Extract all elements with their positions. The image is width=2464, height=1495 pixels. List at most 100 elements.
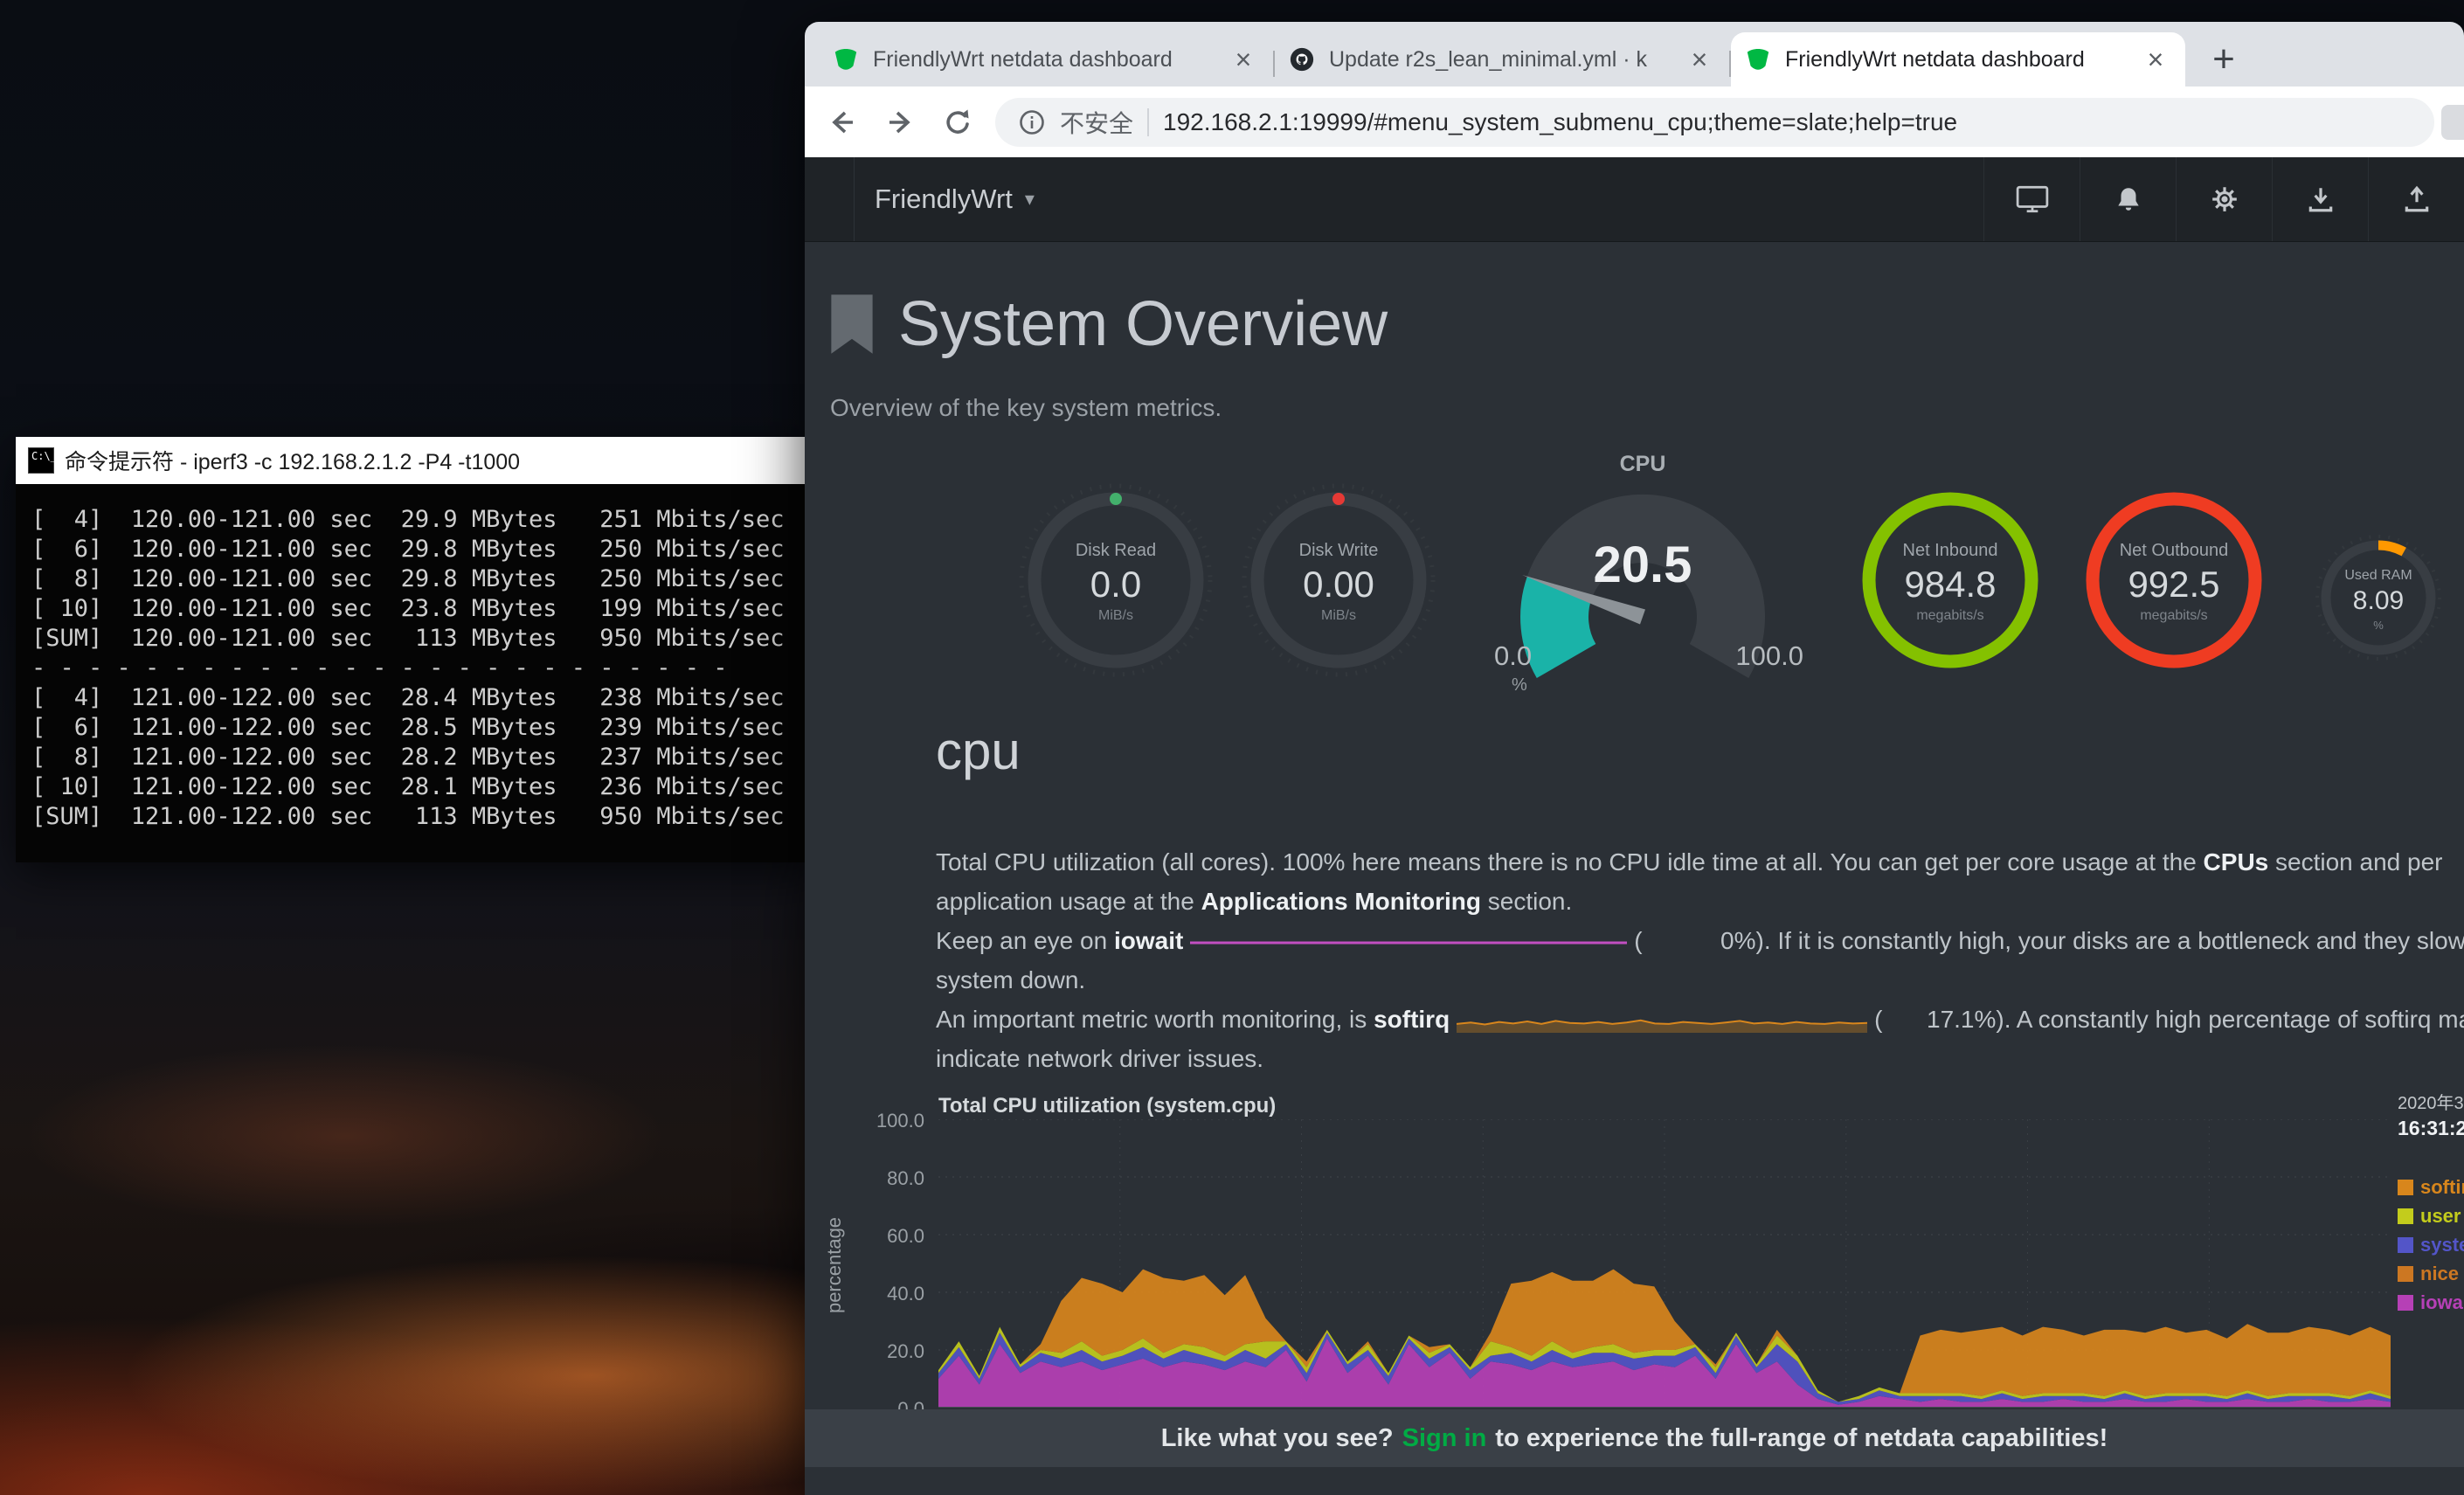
- cpus-section-link[interactable]: CPUs: [2204, 848, 2269, 876]
- tab-label: FriendlyWrt netdata dashboard: [873, 47, 1228, 73]
- cpu-paragraph-line: Keep an eye on iowait(0%). If it is cons…: [936, 921, 2464, 960]
- legend-label: iowait: [2420, 1291, 2464, 1314]
- settings-button[interactable]: [2176, 157, 2272, 241]
- reload-icon: [938, 103, 977, 142]
- stacked-area-chart[interactable]: [938, 1119, 2391, 1408]
- legend-item[interactable]: iowait: [2398, 1288, 2464, 1317]
- signin-prefix: Like what you see?: [1161, 1424, 1394, 1453]
- url-text: 192.168.2.1:19999/#menu_system_submenu_c…: [1163, 108, 1957, 136]
- iowait-term: iowait: [1114, 927, 1183, 954]
- import-snapshot-button[interactable]: [2272, 157, 2368, 241]
- legend-item[interactable]: user: [2398, 1201, 2464, 1230]
- y-axis-tick: 60.0: [820, 1225, 924, 1248]
- tab-close-icon[interactable]: ×: [1684, 44, 1715, 75]
- gauge-unit: megabits/s: [1916, 608, 1983, 624]
- alarms-bell-icon: [2114, 184, 2143, 214]
- cpu-section: cpu Total CPU utilization (all cores). 1…: [936, 721, 2464, 1078]
- info-circle-icon[interactable]: [1018, 108, 1046, 136]
- github-logo-icon: [1289, 46, 1315, 73]
- cpu-paragraph-line: Total CPU utilization (all cores). 100% …: [936, 842, 2464, 882]
- reload-button[interactable]: [932, 97, 983, 148]
- terminal-titlebar[interactable]: C:\_ 命令提示符 - iperf3 -c 192.168.2.1.2 -P4…: [16, 437, 815, 484]
- gauge-net-inbound[interactable]: Net Inbound 984.8 megabits/s: [1850, 480, 2051, 685]
- legend-label: system: [2420, 1234, 2464, 1256]
- tab-friendlywrt-1[interactable]: FriendlyWrt netdata dashboard ×: [819, 32, 1273, 87]
- softirq-value: 17.1: [1883, 1000, 1975, 1039]
- signin-banner: Like what you see? Sign in to experience…: [805, 1409, 2464, 1467]
- cpu-paragraph-line: An important metric worth monitoring, is…: [936, 1000, 2464, 1039]
- gauges-row: Disk Read 0.0 MiB/s Disk Write 0.00 Mi: [805, 452, 2464, 749]
- dashboard-content: System Overview Overview of the key syst…: [805, 242, 2464, 1495]
- gauge-unit: MiB/s: [1321, 608, 1356, 624]
- tab-github[interactable]: Update r2s_lean_minimal.yml · k ×: [1275, 32, 1729, 87]
- gauge-label: Disk Write: [1299, 541, 1379, 561]
- export-snapshot-button[interactable]: [2368, 157, 2464, 241]
- cpu-paragraph-line: application usage at the Applications Mo…: [936, 882, 2464, 921]
- gauge-unit: MiB/s: [1098, 608, 1133, 624]
- iowait-sparkline: [1190, 931, 1627, 954]
- cmd-icon: C:\_: [28, 447, 54, 474]
- chart-time-label: 16:31:25: [2398, 1117, 2464, 1140]
- gauge-value: 0.00: [1303, 564, 1374, 606]
- tab-close-icon[interactable]: ×: [2140, 44, 2171, 75]
- chevron-down-icon: ▾: [1025, 188, 1035, 211]
- gauge-unit: megabits/s: [2140, 608, 2207, 624]
- softirq-term: softirq: [1374, 1006, 1450, 1033]
- gauge-label: Disk Read: [1076, 541, 1156, 561]
- y-axis-tick: 80.0: [820, 1167, 924, 1190]
- chart-legend: softirq user system nice iowait: [2398, 1173, 2464, 1317]
- omnibox-divider: [1147, 108, 1149, 136]
- sign-in-link[interactable]: Sign in: [1402, 1424, 1487, 1453]
- legend-item[interactable]: nice: [2398, 1259, 2464, 1288]
- forward-arrow-icon: [881, 103, 919, 142]
- monitor-button[interactable]: [1983, 157, 2080, 241]
- terminal-body[interactable]: [ 4] 120.00-121.00 sec 29.9 MBytes 251 M…: [16, 484, 815, 862]
- applications-monitoring-link[interactable]: Applications Monitoring: [1201, 888, 1481, 915]
- y-axis-label: percentage: [823, 1178, 846, 1353]
- legend-item[interactable]: softirq: [2398, 1173, 2464, 1201]
- gauge-value: 8.09: [2353, 586, 2404, 616]
- iowait-value: 0: [1643, 921, 1734, 960]
- tab-close-icon[interactable]: ×: [1228, 44, 1259, 75]
- page-title: System Overview: [898, 289, 1388, 359]
- monitor-icon: [2016, 184, 2049, 214]
- tab-strip: FriendlyWrt netdata dashboard × Update r…: [805, 22, 2464, 87]
- download-tray-icon: [2306, 184, 2336, 214]
- address-bar[interactable]: 不安全 192.168.2.1:19999/#menu_system_subme…: [995, 98, 2434, 147]
- forward-button[interactable]: [875, 97, 925, 148]
- back-button[interactable]: [817, 97, 868, 148]
- gauge-disk-read[interactable]: Disk Read 0.0 MiB/s: [1015, 480, 1216, 685]
- back-arrow-icon: [823, 103, 862, 142]
- legend-label: user: [2420, 1205, 2461, 1228]
- gauge-min: 0.0: [1494, 640, 1532, 672]
- gauge-label: Net Outbound: [2120, 541, 2229, 561]
- gauge-used-ram[interactable]: Used RAM 8.09 %: [2313, 532, 2444, 668]
- navbar-icons: [1983, 157, 2464, 241]
- browser-window: FriendlyWrt netdata dashboard × Update r…: [805, 22, 2464, 1495]
- gauge-unit: %: [1512, 675, 1527, 696]
- gauge-unit: %: [2373, 619, 2384, 632]
- gauge-label: Used RAM: [2344, 568, 2412, 584]
- y-axis-tick: 100.0: [820, 1110, 924, 1132]
- gauge-label: CPU: [1468, 452, 1817, 477]
- chart-date-label: 2020年3月: [2398, 1089, 2464, 1114]
- host-menu-button[interactable]: FriendlyWrt ▾: [875, 183, 1035, 215]
- terminal-window: C:\_ 命令提示符 - iperf3 -c 192.168.2.1.2 -P4…: [16, 437, 815, 862]
- gauge-net-outbound[interactable]: Net Outbound 992.5 megabits/s: [2073, 480, 2274, 685]
- gauge-cpu[interactable]: CPU 20.5 0.0 % 100.0: [1468, 452, 1817, 740]
- cpu-paragraph-line: indicate network driver issues.: [936, 1039, 2464, 1078]
- gauge-disk-write[interactable]: Disk Write 0.00 MiB/s: [1238, 480, 1439, 685]
- clipped-toolbar-icon: [2441, 105, 2464, 140]
- new-tab-button[interactable]: +: [2201, 37, 2246, 82]
- legend-item[interactable]: system: [2398, 1230, 2464, 1259]
- netdata-navbar: FriendlyWrt ▾: [805, 157, 2464, 242]
- legend-swatch: [2398, 1237, 2413, 1253]
- gauge-max: 100.0: [1735, 640, 1803, 672]
- tab-friendlywrt-2-active[interactable]: FriendlyWrt netdata dashboard ×: [1731, 32, 2185, 87]
- tab-label: Update r2s_lean_minimal.yml · k: [1329, 47, 1684, 73]
- softirq-sparkline: [1457, 1010, 1867, 1033]
- cpu-section-heading: cpu: [936, 721, 2464, 781]
- alarms-button[interactable]: [2080, 157, 2176, 241]
- legend-swatch: [2398, 1266, 2413, 1282]
- gauge-label: Net Inbound: [1903, 541, 1998, 561]
